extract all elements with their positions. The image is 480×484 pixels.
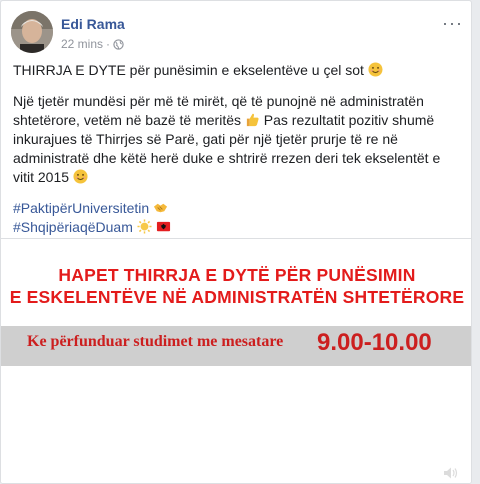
banner-gray-strip: Ke përfunduar studimet me mesatare 9.00-… <box>1 326 471 366</box>
headline-line-2: E ESKELENTËVE NË ADMINISTRATËN SHTETËROR… <box>9 287 465 307</box>
handshake-emoji-icon <box>154 203 168 213</box>
post-paragraph-2: Një tjetër mundësi për më të mirët, që t… <box>13 92 459 187</box>
author-name[interactable]: Edi Rama <box>61 16 125 32</box>
post-body: THIRRJA E DYTE për punësimin e ekselentë… <box>13 61 459 237</box>
post-card: Edi Rama 22 mins · ··· THIRRJA E DYTE pë… <box>0 0 472 484</box>
more-options-icon[interactable]: ··· <box>442 13 463 34</box>
smile-emoji-icon <box>368 62 383 77</box>
banner-headline: HAPET THIRRJA E DYTË PËR PUNËSIMIN E ESK… <box>1 264 471 308</box>
hashtag-2-text[interactable]: #ShqipëriaqëDuam <box>13 219 133 235</box>
strip-text: Ke përfunduar studimet me mesatare <box>27 333 284 350</box>
strip-value: 9.00-10.00 <box>317 329 432 356</box>
hashtag-list: #PaktipërUniversitetin #ShqipëriaqëDuam <box>13 199 459 237</box>
volume-icon[interactable] <box>443 466 459 480</box>
post-meta: 22 mins · <box>61 37 124 51</box>
post-time[interactable]: 22 mins <box>61 37 103 51</box>
avatar[interactable] <box>11 11 53 53</box>
post-header: Edi Rama 22 mins · ··· <box>11 11 463 55</box>
hashtag-1-text[interactable]: #PaktipërUniversitetin <box>13 200 149 216</box>
post-paragraph-1: THIRRJA E DYTE për punësimin e ekselentë… <box>13 61 459 80</box>
avatar-photo <box>11 11 53 53</box>
globe-icon[interactable] <box>113 38 124 50</box>
albania-flag-icon <box>156 221 170 232</box>
hashtag-link[interactable]: #ShqipëriaqëDuam <box>13 218 459 237</box>
thumbs-up-emoji-icon <box>246 113 259 127</box>
meta-separator: · <box>106 37 111 51</box>
post-image[interactable]: HAPET THIRRJA E DYTË PËR PUNËSIMIN E ESK… <box>1 238 471 483</box>
hashtag-link[interactable]: #PaktipërUniversitetin <box>13 199 459 218</box>
paragraph-1-text: THIRRJA E DYTE për punësimin e ekselentë… <box>13 62 364 78</box>
smile-emoji-icon <box>73 169 88 184</box>
headline-line-1: HAPET THIRRJA E DYTË PËR PUNËSIMIN <box>58 265 416 285</box>
sun-emoji-icon <box>137 219 152 234</box>
